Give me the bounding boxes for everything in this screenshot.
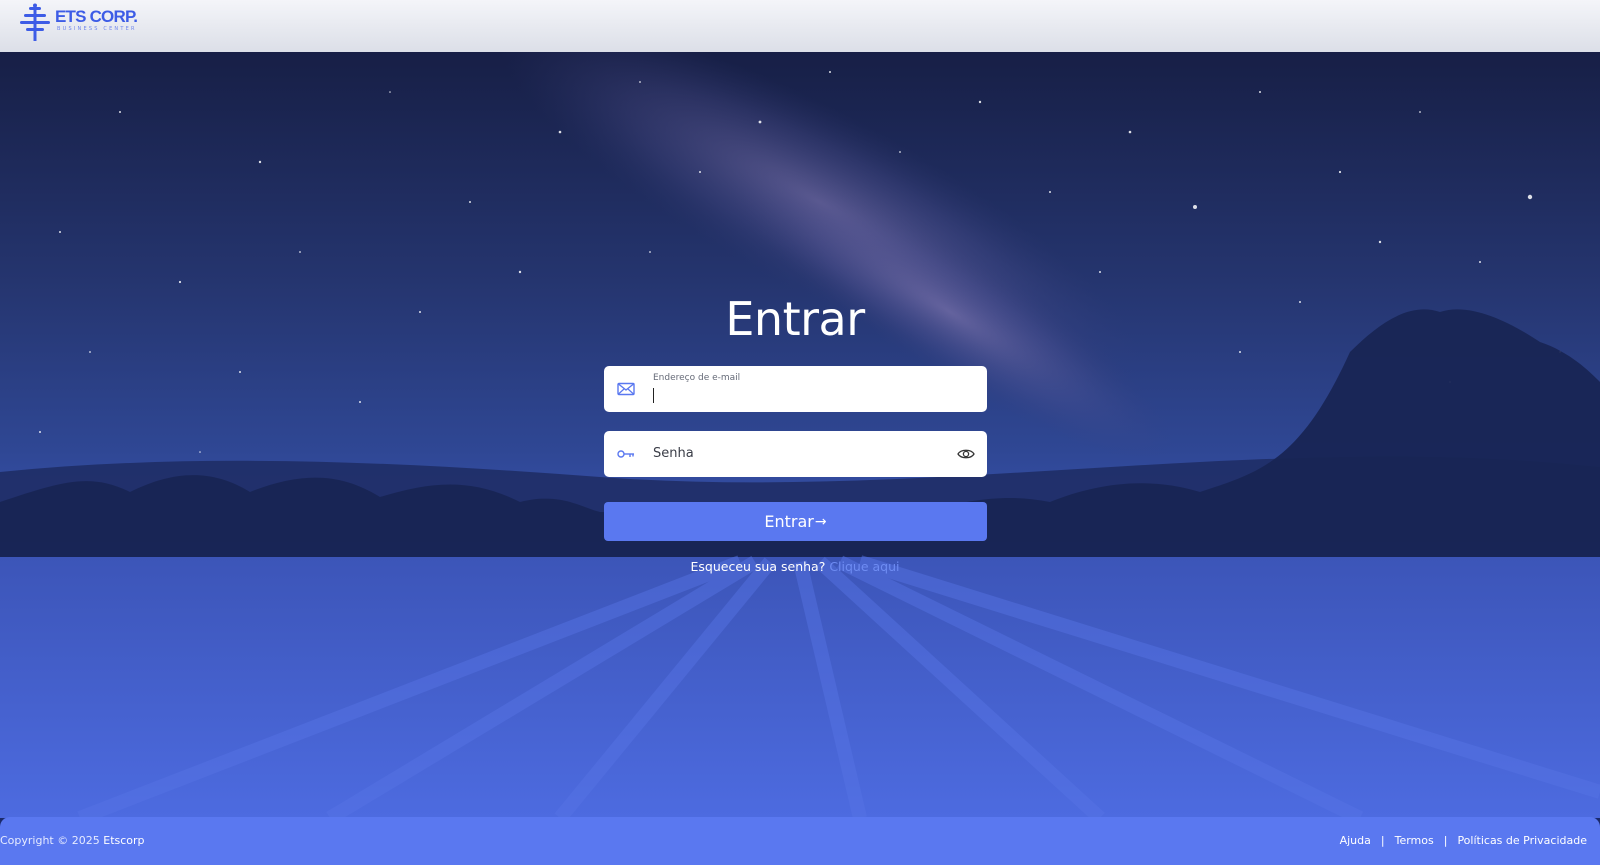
forgot-password: Esqueceu sua senha? Clique aqui xyxy=(0,559,1590,574)
logo-subtitle: BUSINESS CENTER xyxy=(57,25,137,32)
logo-title: ETS CORP. xyxy=(55,6,138,26)
separator: | xyxy=(1380,834,1385,847)
password-field[interactable] xyxy=(604,431,987,477)
email-field[interactable]: Endereço de e-mail xyxy=(604,366,987,412)
footer: Copyright © 2025 Etscorp Ajuda | Termos … xyxy=(0,817,1600,865)
password-input[interactable] xyxy=(653,443,933,463)
footer-link-help[interactable]: Ajuda xyxy=(1340,834,1371,847)
page-title: Entrar xyxy=(725,292,865,346)
top-header: ETS CORP. BUSINESS CENTER xyxy=(0,0,1600,52)
envelope-icon xyxy=(617,382,635,396)
submit-label: Entrar xyxy=(764,512,814,531)
copyright: Copyright © 2025 Etscorp xyxy=(0,834,145,847)
email-label: Endereço de e-mail xyxy=(653,373,741,383)
footer-links: Ajuda | Termos | Políticas de Privacidad… xyxy=(1340,834,1587,847)
footer-link-terms[interactable]: Termos xyxy=(1395,834,1434,847)
footer-link-privacy[interactable]: Políticas de Privacidade xyxy=(1457,834,1587,847)
eye-icon[interactable] xyxy=(957,445,975,463)
email-input[interactable] xyxy=(653,387,963,405)
login-submit-button[interactable]: Entrar → xyxy=(604,502,987,541)
separator: | xyxy=(1443,834,1448,847)
forgot-password-link[interactable]: Clique aqui xyxy=(829,559,899,574)
company-logo[interactable]: ETS CORP. BUSINESS CENTER xyxy=(18,2,138,44)
forgot-text: Esqueceu sua senha? xyxy=(690,559,826,574)
key-icon xyxy=(617,450,634,458)
tree-icon xyxy=(20,3,50,41)
copyright-text: Copyright © 2025 xyxy=(0,834,100,847)
company-name: Etscorp xyxy=(103,834,145,847)
text-caret xyxy=(653,388,654,403)
arrow-right-icon: → xyxy=(814,513,827,530)
